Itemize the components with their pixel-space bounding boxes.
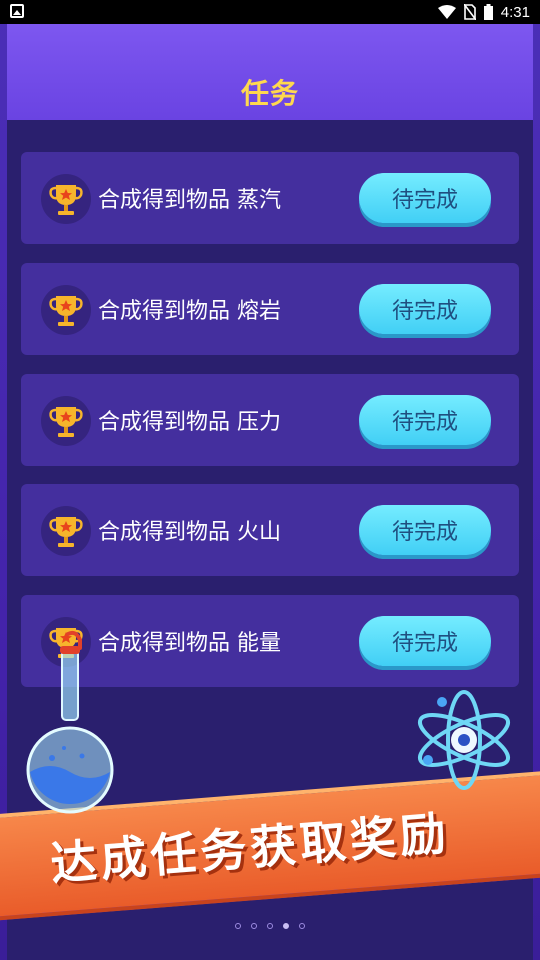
trophy-icon <box>41 174 91 224</box>
trophy-icon <box>41 285 91 335</box>
pending-button[interactable]: 待完成 <box>359 173 491 223</box>
app-header: 任务 <box>7 24 533 120</box>
task-row: 合成得到物品 压力 待完成 <box>21 374 519 466</box>
no-sim-icon <box>463 4 476 20</box>
pending-button[interactable]: 待完成 <box>359 505 491 555</box>
task-label: 合成得到物品 蒸汽 <box>98 188 281 213</box>
battery-icon <box>483 4 493 20</box>
task-row: 合成得到物品 熔岩 待完成 <box>21 263 519 355</box>
task-label: 合成得到物品 压力 <box>98 410 281 435</box>
atom-icon <box>417 690 511 790</box>
page-dot[interactable] <box>299 923 305 929</box>
page-dot[interactable] <box>251 923 257 929</box>
gallery-icon <box>10 4 24 18</box>
trophy-icon <box>41 506 91 556</box>
page-dot-active[interactable] <box>283 923 289 929</box>
task-label: 合成得到物品 熔岩 <box>98 299 281 324</box>
pending-button[interactable]: 待完成 <box>359 284 491 334</box>
status-bar: 4:31 <box>0 0 540 24</box>
flask-icon <box>26 630 114 814</box>
pending-button[interactable]: 待完成 <box>359 395 491 445</box>
page-title: 任务 <box>240 77 299 110</box>
trophy-icon <box>41 396 91 446</box>
screen: 4:31 任务 合成得到物品 蒸汽 待完成 合成得到物品 熔岩 待完成 合成得到 <box>0 0 540 960</box>
task-row: 合成得到物品 蒸汽 待完成 <box>21 152 519 244</box>
page-dot[interactable] <box>267 923 273 929</box>
page-indicator <box>0 923 540 929</box>
wifi-icon <box>437 5 456 19</box>
task-label: 合成得到物品 能量 <box>98 631 281 656</box>
pending-button[interactable]: 待完成 <box>359 616 491 666</box>
task-row: 合成得到物品 火山 待完成 <box>21 484 519 576</box>
page-dot[interactable] <box>235 923 241 929</box>
clock: 4:31 <box>500 3 530 21</box>
task-label: 合成得到物品 火山 <box>98 520 281 545</box>
